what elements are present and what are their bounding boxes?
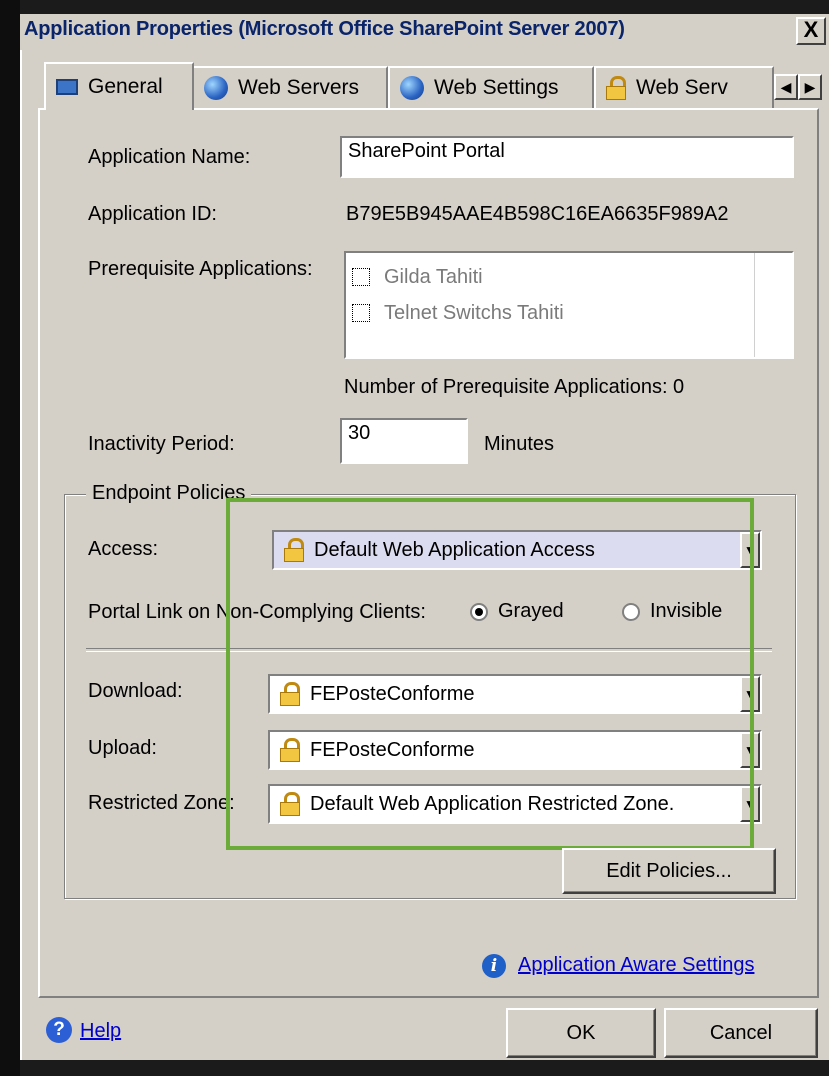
tab-scroll-right-button[interactable]: ▶ xyxy=(798,74,822,100)
chevron-down-icon[interactable]: ▼ xyxy=(740,786,760,822)
access-dropdown[interactable]: Default Web Application Access ▼ xyxy=(272,530,762,570)
close-button[interactable]: X xyxy=(796,17,826,45)
tab-scroll-left-button[interactable]: ◀ xyxy=(774,74,798,100)
download-dropdown[interactable]: FEPosteConforme ▼ xyxy=(268,674,762,714)
help-icon: ? xyxy=(46,1017,72,1043)
inactivity-period-label: Inactivity Period: xyxy=(88,433,235,455)
list-item-label: Gilda Tahiti xyxy=(384,265,483,288)
lock-icon xyxy=(280,792,300,816)
title-bar: Application Properties (Microsoft Office… xyxy=(20,14,829,50)
tab-web-settings[interactable]: Web Settings xyxy=(388,66,594,108)
globe-icon xyxy=(400,76,424,100)
application-id-label: Application ID: xyxy=(88,203,217,225)
radio-selected-dot xyxy=(475,607,483,616)
prerequisite-applications-label: Prerequisite Applications: xyxy=(88,258,313,280)
tab-label: Web Serv xyxy=(636,76,728,99)
divider xyxy=(86,648,772,652)
list-column-divider xyxy=(754,253,755,357)
ok-button[interactable]: OK xyxy=(506,1008,656,1058)
tab-general[interactable]: General xyxy=(44,62,194,110)
globe-icon xyxy=(204,76,228,100)
inactivity-unit: Minutes xyxy=(484,433,555,455)
endpoint-policies-legend: Endpoint Policies xyxy=(86,482,252,505)
chevron-down-icon[interactable]: ▼ xyxy=(740,532,760,568)
radio-button[interactable] xyxy=(470,602,488,621)
cancel-button[interactable]: Cancel xyxy=(664,1008,818,1058)
download-value: FEPosteConforme xyxy=(310,682,475,705)
tab-label: Web Settings xyxy=(434,76,559,99)
lock-icon xyxy=(606,76,626,100)
lock-icon xyxy=(280,682,300,706)
checkbox[interactable] xyxy=(352,304,370,322)
tab-strip: General Web Servers Web Settings Web Ser… xyxy=(44,62,822,110)
background-strip xyxy=(0,0,20,1076)
restricted-zone-dropdown[interactable]: Default Web Application Restricted Zone.… xyxy=(268,784,762,824)
application-id-value: B79E5B945AAE4B598C16EA6635F989A2 xyxy=(346,203,729,225)
application-name-input[interactable]: SharePoint Portal xyxy=(340,136,794,178)
list-item-label: Telnet Switchs Tahiti xyxy=(384,301,564,324)
chevron-down-icon[interactable]: ▼ xyxy=(740,676,760,712)
portal-link-label: Portal Link on Non-Complying Clients: xyxy=(88,601,426,623)
radio-grayed-label: Grayed xyxy=(498,600,564,622)
radio-invisible-label: Invisible xyxy=(650,600,723,622)
restricted-zone-value: Default Web Application Restricted Zone. xyxy=(310,792,675,815)
upload-value: FEPosteConforme xyxy=(310,738,475,761)
access-value: Default Web Application Access xyxy=(314,538,595,561)
application-name-label: Application Name: xyxy=(88,146,251,168)
radio-invisible[interactable]: Invisible xyxy=(622,600,722,623)
upload-label: Upload: xyxy=(88,737,157,759)
radio-grayed[interactable]: Grayed xyxy=(470,600,564,623)
prerequisite-applications-list[interactable]: Gilda Tahiti Telnet Switchs Tahiti xyxy=(344,251,794,359)
tab-web-servers[interactable]: Web Servers xyxy=(192,66,388,108)
tab-scroll-arrows: ◀ ▶ xyxy=(774,74,822,100)
edit-policies-button[interactable]: Edit Policies... xyxy=(562,848,776,894)
checkbox[interactable] xyxy=(352,268,370,286)
list-item[interactable]: Gilda Tahiti xyxy=(352,261,483,293)
prerequisite-count: Number of Prerequisite Applications: 0 xyxy=(344,376,685,398)
restricted-zone-label: Restricted Zone: xyxy=(88,792,235,814)
access-label: Access: xyxy=(88,538,159,560)
help-link[interactable]: Help xyxy=(80,1020,121,1043)
monitor-icon xyxy=(56,79,78,95)
inactivity-period-input[interactable]: 30 xyxy=(340,418,468,464)
list-item[interactable]: Telnet Switchs Tahiti xyxy=(352,297,564,329)
tab-label: General xyxy=(88,75,163,98)
info-icon: i xyxy=(482,954,506,978)
lock-icon xyxy=(280,738,300,762)
application-aware-settings-link[interactable]: Application Aware Settings xyxy=(518,954,754,977)
download-label: Download: xyxy=(88,680,183,702)
tab-web-serv[interactable]: Web Serv xyxy=(594,66,774,108)
upload-dropdown[interactable]: FEPosteConforme ▼ xyxy=(268,730,762,770)
radio-button[interactable] xyxy=(622,602,640,621)
window-title: Application Properties (Microsoft Office… xyxy=(24,18,625,40)
lock-icon xyxy=(284,538,304,562)
tab-label: Web Servers xyxy=(238,76,359,99)
chevron-down-icon[interactable]: ▼ xyxy=(740,732,760,768)
